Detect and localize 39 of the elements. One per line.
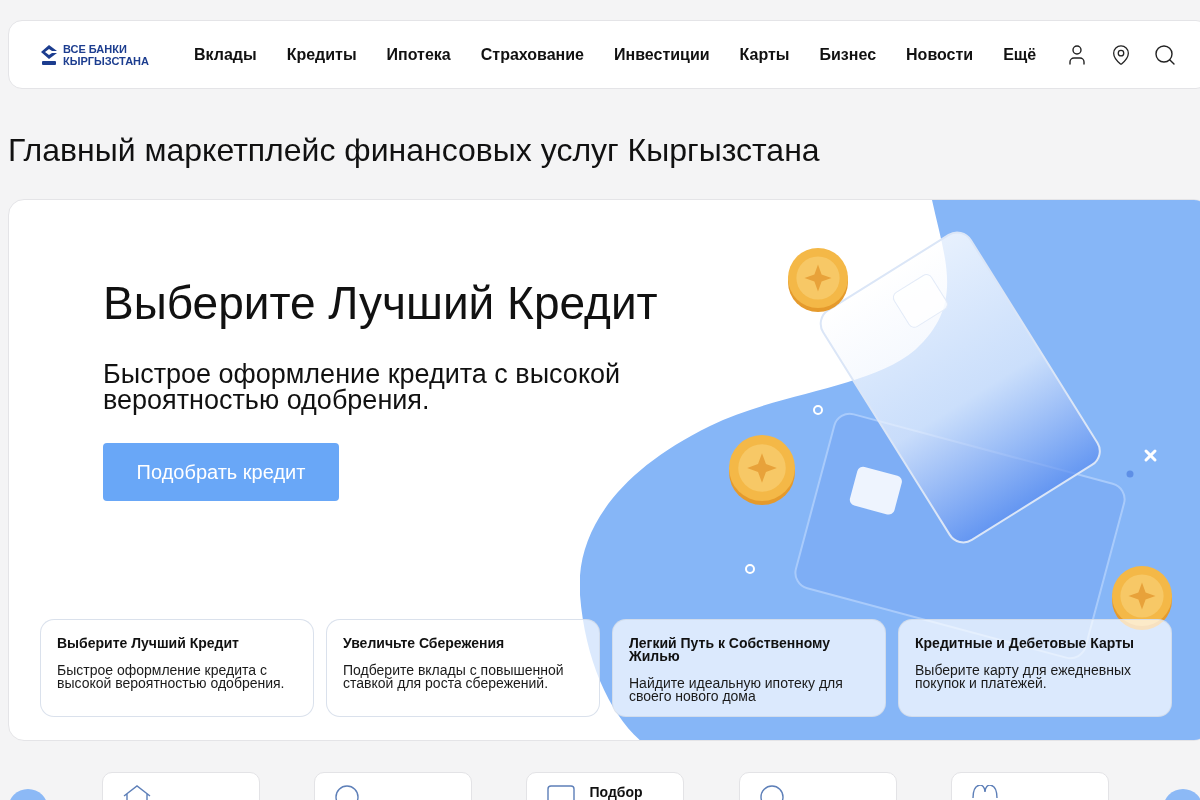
map-pin-icon	[1110, 43, 1132, 66]
nav-link[interactable]: Бизнес	[819, 45, 877, 64]
feature-card[interactable]: Кредитные и Дебетовые Карты Выберите карту для ежедневных покупок и платежей.	[898, 619, 1172, 717]
nav-link[interactable]: Кредиты	[286, 45, 357, 64]
category-label: Подбор	[589, 785, 643, 800]
feature-title: Увеличьте Сбережения	[343, 637, 506, 650]
category-card[interactable]: Подбор	[526, 772, 685, 800]
feature-card[interactable]: Выберите Лучший Кредит Быстрое оформление кредита с высокой вероятностью одобрения.	[40, 619, 314, 717]
feature-description: Выберите карту для ежедневных покупок и платежей.	[915, 664, 1132, 690]
logo-link[interactable]: ВСЕ БАНКИ КЫРГЫЗСТАНА	[40, 42, 149, 67]
nav-link[interactable]: Карты	[739, 45, 790, 64]
feature-title: Кредитные и Дебетовые Карты	[915, 637, 1135, 650]
feature-title: Легкий Путь к Собственному Жилью	[629, 637, 832, 663]
nav-link[interactable]: Инвестиции	[614, 45, 710, 64]
ring-icon	[745, 564, 755, 574]
feature-card[interactable]: Увеличьте Сбережения Подберите вклады с повышенной ставкой для роста сбережений.	[326, 619, 600, 717]
hero-title: Выберите Лучший Кредит	[103, 278, 658, 328]
coin-icon	[788, 248, 848, 312]
cross-icon	[1144, 449, 1157, 462]
feature-description: Быстрое оформление кредита с высокой вероятностью одобрения.	[57, 664, 286, 690]
search-icon	[1153, 42, 1177, 67]
ring-icon	[813, 405, 823, 415]
feature-description: Найдите идеальную ипотеку для своего нового дома	[629, 677, 844, 703]
page-title: Главный маркетплейс финансовых услуг Кыргызстана	[8, 132, 821, 168]
nav-link[interactable]: Страхование	[480, 45, 584, 64]
card-icon	[547, 785, 576, 800]
nav-link[interactable]: Ипотека	[386, 45, 451, 64]
nav-link[interactable]: Новости	[906, 45, 974, 64]
coin-icon	[729, 435, 795, 505]
feature-description: Подберите вклады с повышенной ставкой для роста сбережений.	[343, 664, 565, 690]
dot-icon	[1126, 470, 1134, 478]
feature-card[interactable]: Легкий Путь к Собственному Жилью Найдите идеальную ипотеку для своего нового дома	[612, 619, 886, 717]
search-button[interactable]	[1153, 42, 1177, 67]
nav-link[interactable]: Ещё	[1003, 45, 1037, 64]
hero-subtitle: Быстрое оформление кредита с высокой вероятностью одобрения.	[103, 361, 622, 413]
nav-link[interactable]: Вклады	[194, 45, 257, 64]
feature-title: Выберите Лучший Кредит	[57, 637, 240, 650]
logo-icon	[40, 43, 58, 66]
loop-icon	[971, 785, 998, 799]
